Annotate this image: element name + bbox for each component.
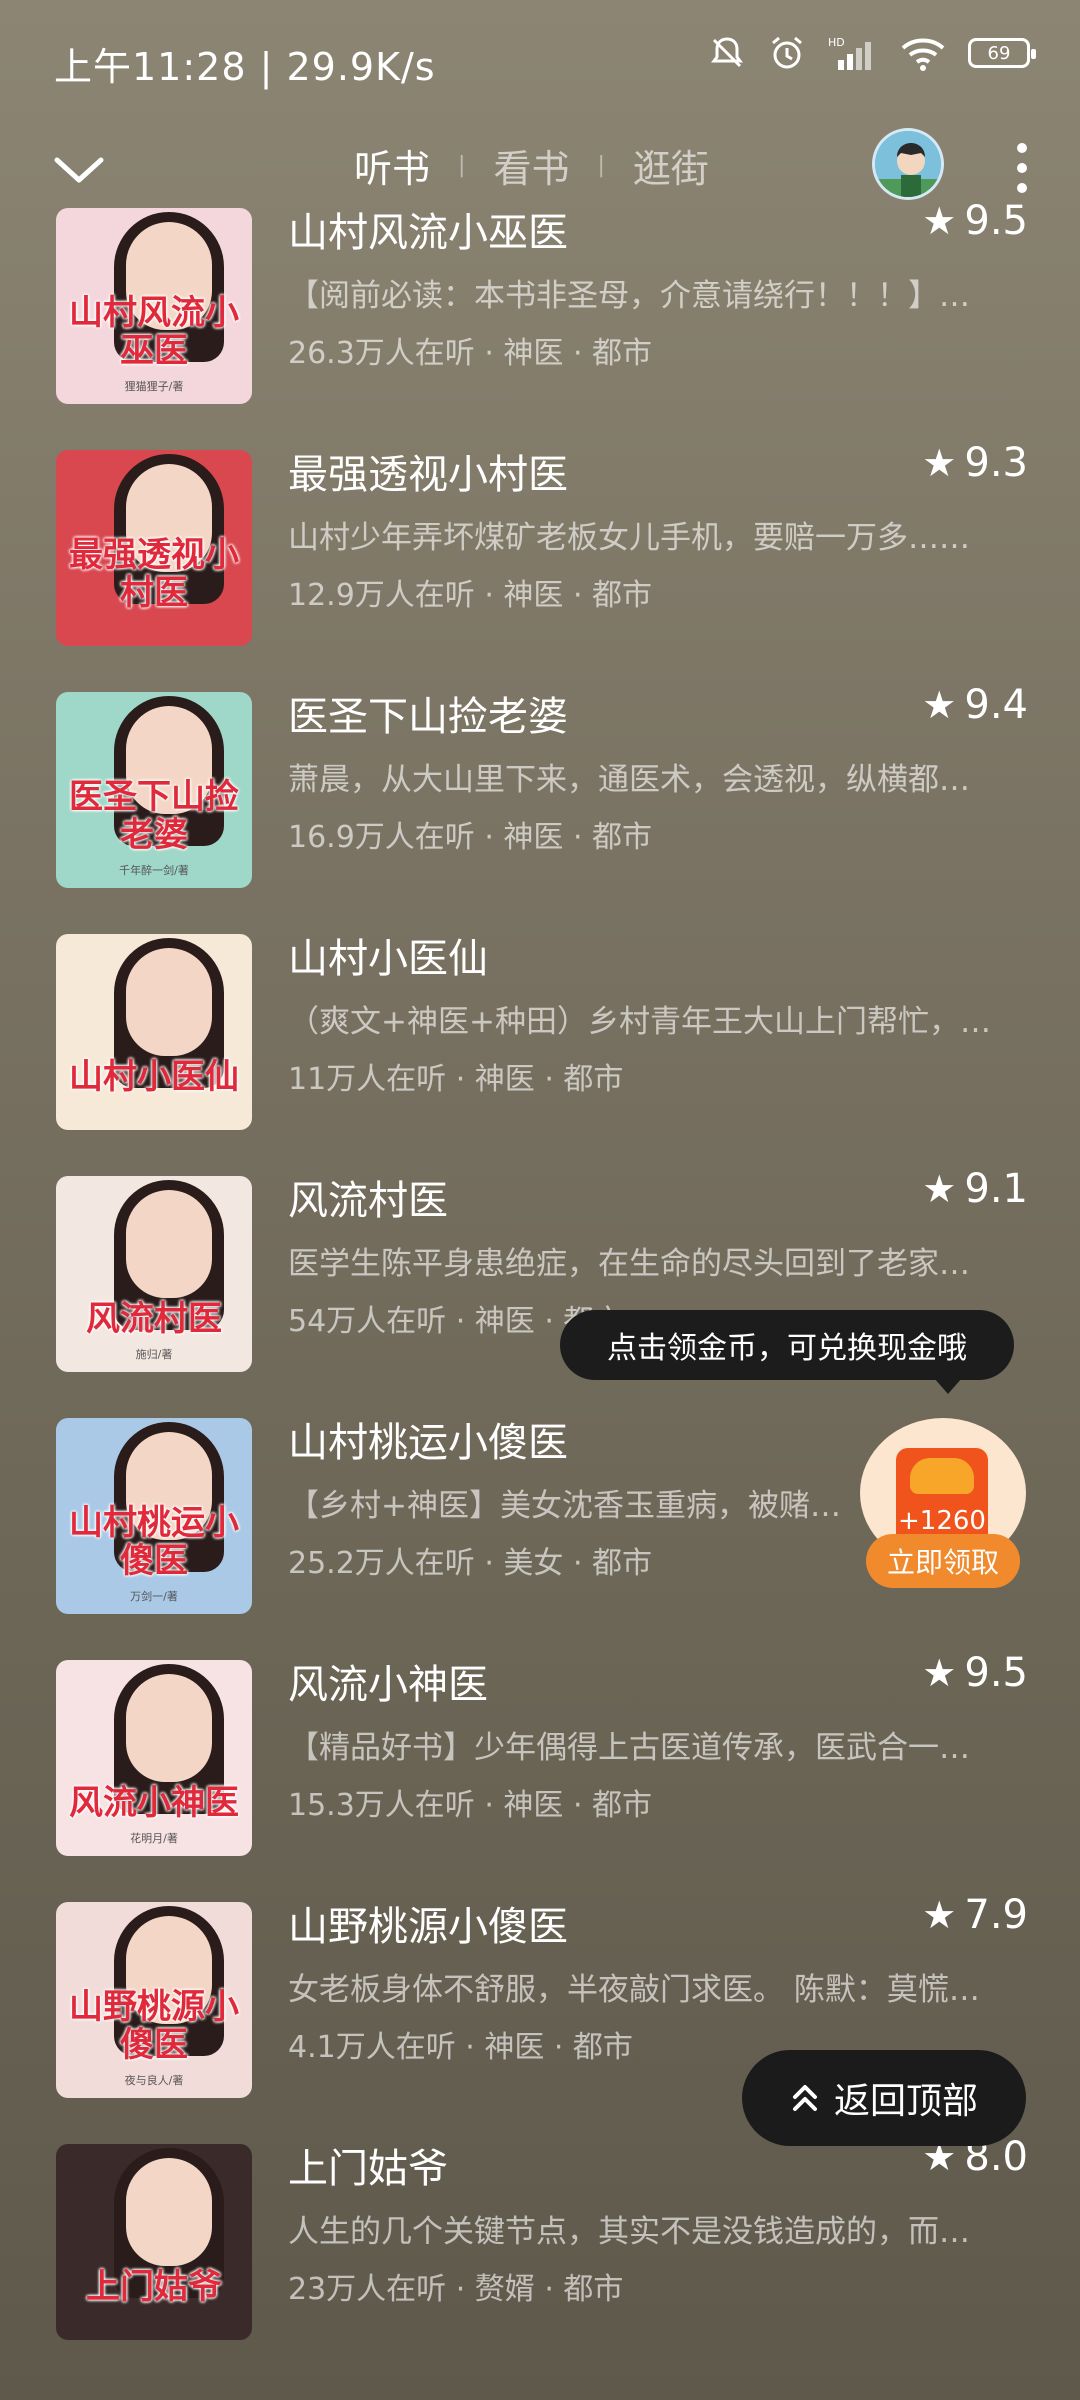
signal-icon: HD <box>828 36 871 70</box>
book-cover[interactable]: 风流小神医 花明月/著 <box>56 1660 252 1856</box>
coin-chest-icon: +1260 <box>896 1448 988 1548</box>
book-meta: 12.9万人在听 · 神医 · 都市 <box>288 578 653 613</box>
back-to-top-button[interactable]: 返回顶部 <box>742 2050 1026 2146</box>
book-meta: 26.3万人在听 · 神医 · 都市 <box>288 336 653 371</box>
tab-bar: 听书 | 看书 | 逛街 <box>340 138 723 193</box>
book-title: 山野桃源小傻医 <box>288 1904 568 1950</box>
tab-divider: | <box>458 153 466 178</box>
book-description: 萧晨，从大山里下来，通医术，会透视，纵横都… <box>288 762 970 798</box>
book-cover[interactable]: 上门姑爷 <box>56 2144 252 2340</box>
list-item[interactable]: 上门姑爷 上门姑爷 ★ 8.0 人生的几个关键节点，其实不是没钱造成的，而… 23… <box>0 2128 1080 2370</box>
cover-author: 狸猫狸子/著 <box>124 380 184 393</box>
star-icon: ★ <box>922 683 957 727</box>
back-to-top-label: 返回顶部 <box>833 2081 978 2122</box>
book-description: 【阅前必读：本书非圣母，介意请绕行！！！】… <box>288 278 970 314</box>
cover-author: 施归/著 <box>135 1348 173 1361</box>
tab-shop[interactable]: 逛街 <box>619 138 723 193</box>
cover-title: 医圣下山捡老婆 <box>69 777 239 855</box>
claim-button[interactable]: 立即领取 <box>866 1534 1020 1588</box>
book-description: （爽文+神医+种田）乡村青年王大山上门帮忙，… <box>288 1004 991 1040</box>
cover-author: 万剑一/著 <box>130 1590 178 1603</box>
book-cover[interactable]: 最强透视小村医 <box>56 450 252 646</box>
book-description: 医学生陈平身患绝症，在生命的尽头回到了老家… <box>288 1246 970 1282</box>
book-meta: 23万人在听 · 赘婿 · 都市 <box>288 2272 624 2307</box>
svg-text:HD: HD <box>828 36 845 49</box>
list-item[interactable]: 山村小医仙 山村小医仙 （爽文+神医+种田）乡村青年王大山上门帮忙，… 11万人… <box>0 918 1080 1160</box>
cover-title: 山村小医仙 <box>69 1057 239 1097</box>
book-description: 山村少年弄坏煤矿老板女儿手机，要赔一万多…… <box>288 520 970 556</box>
book-title: 山村小医仙 <box>288 936 488 982</box>
battery-level: 69 <box>987 42 1011 64</box>
coin-reward-widget[interactable]: +1260 立即领取 <box>860 1418 1028 1588</box>
coin-tooltip: 点击领金币，可兑换现金哦 <box>560 1310 1014 1394</box>
book-cover[interactable]: 山村风流小巫医 狸猫狸子/著 <box>56 208 252 404</box>
book-description: 【精品好书】少年偶得上古医道传承，医武合一… <box>288 1730 970 1766</box>
book-title: 最强透视小村医 <box>288 452 568 498</box>
book-rating: ★ 9.5 <box>922 1650 1028 1696</box>
mute-bell-icon <box>711 37 743 68</box>
book-cover[interactable]: 风流村医 施归/著 <box>56 1176 252 1372</box>
book-rating: ★ 9.4 <box>922 682 1028 728</box>
cover-title: 风流村医 <box>86 1299 222 1339</box>
cover-title: 最强透视小村医 <box>69 535 239 613</box>
book-description: 【乡村+神医】美女沈香玉重病，被赌狗… <box>288 1488 868 1524</box>
cover-title: 风流小神医 <box>69 1783 239 1823</box>
star-icon: ★ <box>922 1893 957 1937</box>
book-meta: 25.2万人在听 · 美女 · 都市 <box>288 1546 653 1581</box>
tab-read[interactable]: 看书 <box>479 138 583 193</box>
cover-title: 上门姑爷 <box>86 2267 222 2307</box>
book-cover[interactable]: 医圣下山捡老婆 千年醉一剑/著 <box>56 692 252 888</box>
tab-divider: | <box>597 153 605 178</box>
cover-title: 山野桃源小傻医 <box>69 1987 239 2065</box>
cover-title: 山村风流小巫医 <box>69 293 239 371</box>
more-vertical-icon[interactable] <box>1010 140 1034 196</box>
cover-author: 花明月/著 <box>130 1832 178 1845</box>
book-rating: ★ 9.3 <box>922 440 1028 486</box>
book-meta: 15.3万人在听 · 神医 · 都市 <box>288 1788 653 1823</box>
tab-listen[interactable]: 听书 <box>340 138 444 193</box>
book-title: 医圣下山捡老婆 <box>288 694 568 740</box>
book-rating: ★ 7.9 <box>922 1892 1028 1938</box>
book-cover[interactable]: 山野桃源小傻医 夜与良人/著 <box>56 1902 252 2098</box>
list-item[interactable]: 最强透视小村医 最强透视小村医 ★ 9.3 山村少年弄坏煤矿老板女儿手机，要赔一万… <box>0 434 1080 676</box>
book-cover[interactable]: 山村桃运小傻医 万剑一/著 <box>56 1418 252 1614</box>
avatar[interactable] <box>872 128 944 200</box>
coin-amount: +1260 <box>898 1506 986 1536</box>
chevron-down-icon[interactable] <box>52 144 106 198</box>
book-cover[interactable]: 山村小医仙 <box>56 934 252 1130</box>
star-icon: ★ <box>922 199 957 243</box>
book-title: 上门姑爷 <box>288 2146 448 2192</box>
star-icon: ★ <box>922 1167 957 1211</box>
book-rating: ★ 9.5 <box>922 198 1028 244</box>
cover-title: 山村桃运小傻医 <box>69 1503 239 1581</box>
status-bar: 上午11:28 | 29.9K/s HD 69 <box>0 0 1080 120</box>
book-title: 山村桃运小傻医 <box>288 1420 568 1466</box>
wifi-icon <box>901 38 945 71</box>
book-meta: 4.1万人在听 · 神医 · 都市 <box>288 2030 633 2065</box>
book-meta: 11万人在听 · 神医 · 都市 <box>288 1062 624 1097</box>
avatar-image <box>875 131 941 197</box>
star-icon: ★ <box>922 441 957 485</box>
book-description: 女老板身体不舒服，半夜敲门求医。 陈默：莫慌… <box>288 1972 980 2008</box>
status-icons: HD 69 <box>708 34 1036 72</box>
book-title: 山村风流小巫医 <box>288 210 568 256</box>
list-item[interactable]: 山村风流小巫医 狸猫狸子/著 山村风流小巫医 ★ 9.5 【阅前必读：本书非圣母，… <box>0 192 1080 434</box>
book-rating: ★ 9.1 <box>922 1166 1028 1212</box>
cover-author: 千年醉一剑/著 <box>119 864 189 877</box>
alarm-icon <box>772 36 802 69</box>
double-chevron-up-icon <box>792 2085 817 2111</box>
list-item[interactable]: 医圣下山捡老婆 千年醉一剑/著 医圣下山捡老婆 ★ 9.4 萧晨，从大山里下来，通… <box>0 676 1080 918</box>
battery-icon: 69 <box>968 38 1036 68</box>
book-meta: 16.9万人在听 · 神医 · 都市 <box>288 820 653 855</box>
star-icon: ★ <box>922 1651 957 1695</box>
book-title: 风流村医 <box>288 1178 448 1224</box>
status-time: 上午11:28 | 29.9K/s <box>54 45 436 89</box>
book-title: 风流小神医 <box>288 1662 488 1708</box>
cover-author: 夜与良人/著 <box>124 2074 184 2087</box>
book-description: 人生的几个关键节点，其实不是没钱造成的，而… <box>288 2214 970 2250</box>
list-item[interactable]: 风流小神医 花明月/著 风流小神医 ★ 9.5 【精品好书】少年偶得上古医道传承，… <box>0 1644 1080 1886</box>
